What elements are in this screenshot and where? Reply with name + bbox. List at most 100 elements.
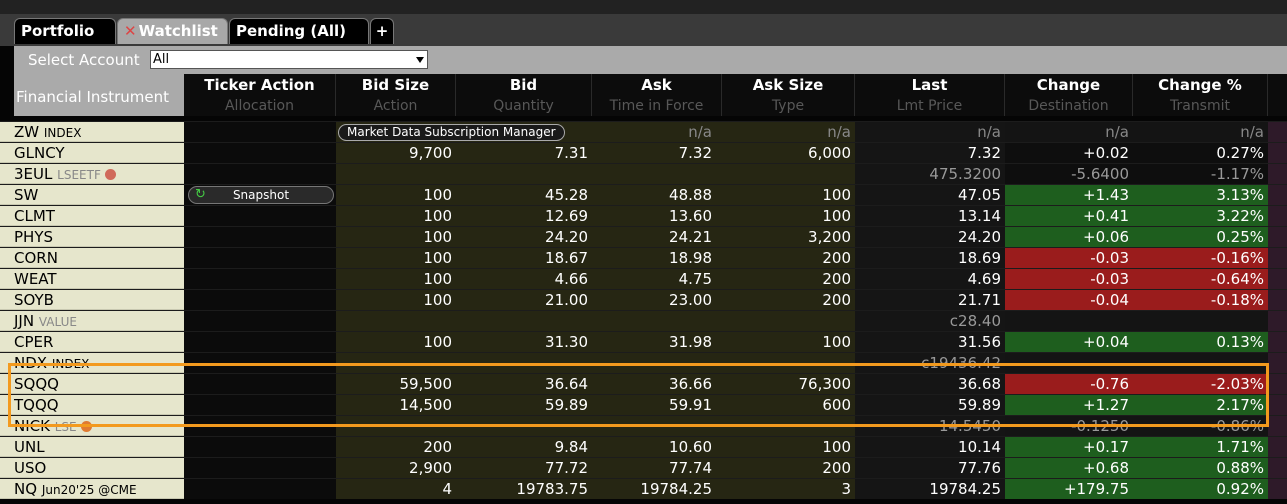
tab-pending[interactable]: Pending (All) — [229, 18, 369, 44]
table-row[interactable]: USO 2,900 77.72 77.74 200 77.76 +0.68 0.88% — [0, 457, 1287, 478]
table-row[interactable]: 3EUL LSEETF 475.3200 -5.6400 -1.17% — [0, 163, 1287, 184]
instrument-cell[interactable]: JJN VALUE — [0, 311, 184, 331]
col-ask-size[interactable]: Ask Size Type — [722, 74, 855, 116]
table-row[interactable]: CLMT 100 12.69 13.60 100 13.14 +0.41 3.22% — [0, 205, 1287, 226]
col-bid[interactable]: Bid Quantity — [456, 74, 592, 116]
col-financial-instrument[interactable]: Financial Instrument — [14, 74, 184, 116]
table-row[interactable]: PHYS 100 24.20 24.21 3,200 24.20 +0.06 0.25% — [0, 226, 1287, 247]
ticker-action-cell[interactable] — [184, 458, 336, 478]
ticker-action-cell[interactable] — [184, 416, 336, 436]
instrument-cell[interactable]: NDX INDEX — [0, 353, 184, 373]
instrument-symbol: CLMT — [14, 207, 55, 225]
ask-cell: 24.21 — [592, 227, 722, 247]
ask-cell: n/a — [592, 122, 722, 142]
instrument-symbol: USO — [14, 459, 47, 477]
table-row[interactable]: UNL 200 9.84 10.60 100 10.14 +0.17 1.71% — [0, 436, 1287, 457]
ask-cell: 7.32 — [592, 143, 722, 163]
instrument-cell[interactable]: SQQQ — [0, 374, 184, 394]
bid-size-cell: 14,500 — [336, 395, 456, 415]
instrument-symbol: SQQQ — [14, 375, 59, 393]
change-pct-cell — [1133, 353, 1268, 373]
ticker-action-cell[interactable] — [184, 227, 336, 247]
col-last[interactable]: Last Lmt Price — [855, 74, 1005, 116]
instrument-cell[interactable]: SW — [0, 185, 184, 205]
ask-cell: 23.00 — [592, 290, 722, 310]
instrument-cell[interactable]: ZW INDEX — [0, 122, 184, 142]
instrument-cell[interactable]: SOYB — [0, 290, 184, 310]
ticker-action-cell[interactable] — [184, 353, 336, 373]
col-ask[interactable]: Ask Time in Force — [592, 74, 722, 116]
ticker-action-cell[interactable] — [184, 269, 336, 289]
ticker-action-cell[interactable] — [184, 332, 336, 352]
ticker-action-cell[interactable] — [184, 248, 336, 268]
ticker-action-cell[interactable] — [184, 395, 336, 415]
tab-watchlist[interactable]: ✕ Watchlist — [117, 18, 228, 44]
table-row[interactable]: GLNCY 9,700 7.31 7.32 6,000 7.32 +0.02 0.27% — [0, 142, 1287, 163]
instrument-cell[interactable]: 3EUL LSEETF — [0, 164, 184, 184]
instrument-cell[interactable]: UNL — [0, 437, 184, 457]
table-row[interactable]: NDX INDEX c19436.42 — [0, 352, 1287, 373]
add-tab-button[interactable]: + — [370, 18, 394, 44]
instrument-cell[interactable]: NICK LSE — [0, 416, 184, 436]
col-ticker-action[interactable]: Ticker Action Allocation — [184, 74, 336, 116]
column-header: Ticker Action Allocation Bid Size Action B… — [14, 74, 1287, 116]
ask-size-cell: 200 — [722, 248, 855, 268]
table-row[interactable]: ZW INDEX n/a n/a n/a n/a n/a Market Data Subsc… — [0, 121, 1287, 142]
ticker-action-cell[interactable] — [184, 437, 336, 457]
table-row[interactable]: NQ Jun20'25 @CME 4 19783.75 19784.25 3 19784.… — [0, 478, 1287, 499]
ask-cell: 4.75 — [592, 269, 722, 289]
table-row[interactable]: SOYB 100 21.00 23.00 200 21.71 -0.04 -0.18% — [0, 289, 1287, 310]
instrument-symbol: NICK — [14, 417, 50, 435]
col-change-pct[interactable]: Change % Transmit — [1133, 74, 1268, 116]
row-edge — [1268, 122, 1287, 142]
ticker-action-cell[interactable] — [184, 290, 336, 310]
instrument-cell[interactable]: NQ Jun20'25 @CME — [0, 479, 184, 499]
instrument-symbol: NQ — [14, 480, 38, 498]
instrument-cell[interactable]: WEAT — [0, 269, 184, 289]
account-select[interactable]: All — [150, 50, 428, 69]
tab-portfolio[interactable]: Portfolio — [14, 18, 116, 44]
table-row[interactable]: SQQQ 59,500 36.64 36.66 76,300 36.68 -0.76 -2.0… — [0, 373, 1287, 394]
ticker-action-cell[interactable] — [184, 143, 336, 163]
tab-pending-label: Pending (All) — [236, 22, 346, 40]
col-change[interactable]: Change Destination — [1005, 74, 1133, 116]
last-price-cell: 14.5450 — [855, 416, 1005, 436]
table-row[interactable]: CPER 100 31.30 31.98 100 31.56 +0.04 0.13% — [0, 331, 1287, 352]
change-pct-cell: -0.16% — [1133, 248, 1268, 268]
ticker-action-cell[interactable] — [184, 164, 336, 184]
table-row[interactable]: JJN VALUE c28.40 — [0, 310, 1287, 331]
col-bid-size[interactable]: Bid Size Action — [336, 74, 456, 116]
ticker-action-cell[interactable] — [184, 122, 336, 142]
ask-size-cell — [722, 353, 855, 373]
table-row[interactable]: TQQQ 14,500 59.89 59.91 600 59.89 +1.27 2.17% — [0, 394, 1287, 415]
market-data-subscription-button[interactable]: Market Data Subscription Manager — [338, 124, 565, 141]
tab-portfolio-label: Portfolio — [21, 22, 95, 40]
last-price-cell: 18.69 — [855, 248, 1005, 268]
instrument-symbol: JJN — [14, 312, 35, 330]
bid-size-cell: 59,500 — [336, 374, 456, 394]
close-icon[interactable]: ✕ — [124, 22, 137, 40]
table-row[interactable]: SW 100 45.28 48.88 100 47.05 +1.43 3.13% ↻ Snapsh… — [0, 184, 1287, 205]
instrument-symbol: SOYB — [14, 291, 54, 309]
change-pct-cell: 3.13% — [1133, 185, 1268, 205]
ticker-action-cell[interactable] — [184, 311, 336, 331]
table-row[interactable]: NICK LSE 14.5450 -0.1250 -0.86% — [0, 415, 1287, 436]
col-type-label: Type — [771, 98, 805, 114]
snapshot-button[interactable]: ↻ Snapshot — [188, 186, 334, 204]
instrument-cell[interactable]: PHYS — [0, 227, 184, 247]
instrument-cell[interactable]: CORN — [0, 248, 184, 268]
instrument-cell[interactable]: USO — [0, 458, 184, 478]
ticker-action-cell[interactable] — [184, 479, 336, 499]
ticker-action-cell[interactable] — [184, 206, 336, 226]
change-pct-cell: 0.25% — [1133, 227, 1268, 247]
table-row[interactable]: CORN 100 18.67 18.98 200 18.69 -0.03 -0.16% — [0, 247, 1287, 268]
instrument-cell[interactable]: GLNCY — [0, 143, 184, 163]
table-row[interactable]: WEAT 100 4.66 4.75 200 4.69 -0.03 -0.64% — [0, 268, 1287, 289]
instrument-symbol: SW — [14, 186, 39, 204]
instrument-cell[interactable]: CPER — [0, 332, 184, 352]
instrument-cell[interactable]: TQQQ — [0, 395, 184, 415]
col-bid-size-label: Bid Size — [361, 76, 430, 94]
ask-size-cell: 100 — [722, 206, 855, 226]
instrument-cell[interactable]: CLMT — [0, 206, 184, 226]
ticker-action-cell[interactable] — [184, 374, 336, 394]
